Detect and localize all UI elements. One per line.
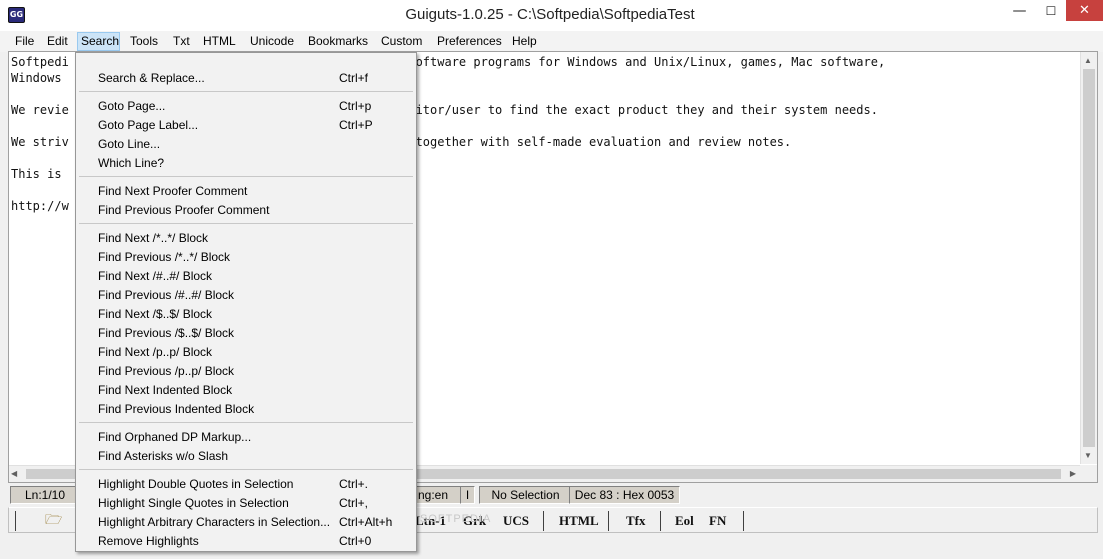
menu-item-find-next-hash-block[interactable]: Find Next /#..#/ Block bbox=[76, 267, 416, 286]
scrollbar-corner bbox=[1080, 465, 1097, 482]
status-char-code[interactable]: Dec 83 : Hex 0053 bbox=[569, 486, 680, 504]
title-bar: GG Guiguts-1.0.25 - C:\Softpedia\Softped… bbox=[0, 0, 1103, 31]
menu-item-goto-page-label[interactable]: Goto Page Label... Ctrl+P bbox=[76, 116, 416, 135]
minimize-button[interactable]: — bbox=[1003, 4, 1036, 26]
menu-item-goto-page[interactable]: Goto Page... Ctrl+p bbox=[76, 97, 416, 116]
editor-line: This is bbox=[11, 167, 69, 181]
menu-item-find-next-dollar-block[interactable]: Find Next /$..$/ Block bbox=[76, 305, 416, 324]
app-window: GG Guiguts-1.0.25 - C:\Softpedia\Softped… bbox=[0, 0, 1103, 559]
menu-bar: File Edit Search Tools Txt HTML Unicode … bbox=[0, 31, 1103, 52]
toolbar-separator bbox=[543, 511, 544, 531]
close-button[interactable]: ✕ bbox=[1066, 0, 1103, 21]
status-selection[interactable]: No Selection bbox=[479, 486, 572, 504]
scroll-up-arrow-icon[interactable]: ▲ bbox=[1084, 56, 1092, 65]
menu-edit[interactable]: Edit bbox=[44, 32, 71, 51]
menu-item-find-prev-proofer-comment[interactable]: Find Previous Proofer Comment bbox=[76, 201, 416, 220]
fn-button[interactable]: FN bbox=[709, 511, 726, 531]
menu-item-remove-highlights[interactable]: Remove Highlights Ctrl+0 bbox=[76, 532, 416, 551]
editor-line: http://w bbox=[11, 199, 69, 213]
open-folder-icon[interactable]: 🗁 bbox=[45, 512, 63, 528]
scroll-right-arrow-icon[interactable]: ▶ bbox=[1070, 469, 1076, 478]
search-menu-dropdown: Search & Replace... Ctrl+f Goto Page... … bbox=[75, 52, 417, 552]
menu-item-find-asterisks[interactable]: Find Asterisks w/o Slash bbox=[76, 447, 416, 466]
status-line-col[interactable]: Ln:1/10 bbox=[10, 486, 80, 504]
toolbar-separator bbox=[660, 511, 661, 531]
app-logo-icon[interactable]: GG bbox=[8, 7, 25, 23]
menu-separator bbox=[79, 223, 413, 224]
menu-item-highlight-arbitrary-chars[interactable]: Highlight Arbitrary Characters in Select… bbox=[76, 513, 416, 532]
toolbar-separator bbox=[608, 511, 609, 531]
toolbar-separator bbox=[743, 511, 744, 531]
menu-item-goto-line[interactable]: Goto Line... bbox=[76, 135, 416, 154]
menu-item-find-orphaned-dp-markup[interactable]: Find Orphaned DP Markup... bbox=[76, 428, 416, 447]
scroll-down-arrow-icon[interactable]: ▼ bbox=[1084, 451, 1092, 460]
menu-tools[interactable]: Tools bbox=[127, 32, 161, 51]
menu-help[interactable]: Help bbox=[509, 32, 540, 51]
menu-txt[interactable]: Txt bbox=[170, 32, 193, 51]
menu-item-highlight-single-quotes[interactable]: Highlight Single Quotes in Selection Ctr… bbox=[76, 494, 416, 513]
menu-item-search-replace[interactable]: Search & Replace... Ctrl+f bbox=[76, 69, 416, 88]
menu-item-find-next-star-block[interactable]: Find Next /*..*/ Block bbox=[76, 229, 416, 248]
menu-item-find-next-indented-block[interactable]: Find Next Indented Block bbox=[76, 381, 416, 400]
menu-search[interactable]: Search bbox=[77, 32, 120, 51]
menu-custom[interactable]: Custom bbox=[378, 32, 425, 51]
watermark: SOFTPEDIA bbox=[420, 513, 492, 525]
menu-item-find-prev-p-block[interactable]: Find Previous /p..p/ Block bbox=[76, 362, 416, 381]
maximize-button[interactable]: ☐ bbox=[1036, 0, 1066, 22]
menu-separator bbox=[79, 469, 413, 470]
tfx-button[interactable]: Tfx bbox=[626, 511, 646, 531]
menu-item-find-next-p-block[interactable]: Find Next /p..p/ Block bbox=[76, 343, 416, 362]
menu-separator bbox=[79, 422, 413, 423]
menu-item-highlight-double-quotes[interactable]: Highlight Double Quotes in Selection Ctr… bbox=[76, 475, 416, 494]
menu-html[interactable]: HTML bbox=[200, 32, 239, 51]
menu-unicode[interactable]: Unicode bbox=[247, 32, 297, 51]
status-insert-mode[interactable]: I bbox=[460, 486, 475, 504]
html-button[interactable]: HTML bbox=[559, 511, 599, 531]
ucs-button[interactable]: UCS bbox=[503, 511, 529, 531]
menu-separator bbox=[79, 91, 413, 92]
vertical-scrollbar[interactable]: ▲ ▼ bbox=[1080, 52, 1097, 464]
menu-file[interactable]: File bbox=[12, 32, 37, 51]
menu-item-find-prev-dollar-block[interactable]: Find Previous /$..$/ Block bbox=[76, 324, 416, 343]
menu-item-find-next-proofer-comment[interactable]: Find Next Proofer Comment bbox=[76, 182, 416, 201]
scroll-left-arrow-icon[interactable]: ◀ bbox=[11, 469, 17, 478]
menu-item-which-line[interactable]: Which Line? bbox=[76, 154, 416, 173]
menu-separator bbox=[79, 176, 413, 177]
vertical-scroll-thumb[interactable] bbox=[1083, 69, 1095, 447]
menu-bookmarks[interactable]: Bookmarks bbox=[305, 32, 371, 51]
menu-item-find-prev-indented-block[interactable]: Find Previous Indented Block bbox=[76, 400, 416, 419]
menu-preferences[interactable]: Preferences bbox=[434, 32, 505, 51]
eol-button[interactable]: Eol bbox=[675, 511, 694, 531]
menu-item-find-prev-star-block[interactable]: Find Previous /*..*/ Block bbox=[76, 248, 416, 267]
window-title: Guiguts-1.0.25 - C:\Softpedia\SoftpediaT… bbox=[405, 6, 695, 23]
toolbar-separator bbox=[15, 511, 16, 531]
menu-item-find-prev-hash-block[interactable]: Find Previous /#..#/ Block bbox=[76, 286, 416, 305]
